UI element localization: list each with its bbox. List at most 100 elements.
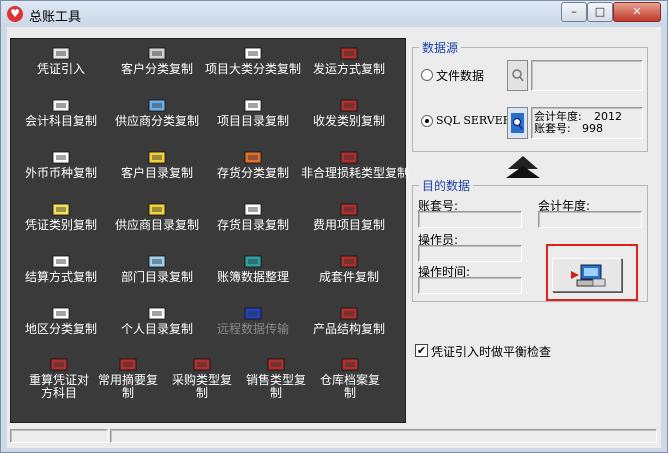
source-account-label: 账套号: <box>534 122 571 135</box>
purchase-type-icon <box>193 358 211 371</box>
tool-supplier-catalog[interactable]: 供应商目录复制 <box>109 201 205 232</box>
tool-icon-panel: 凭证引入 客户分类复制 项目大类分类复制 发运方式复制会计科目复制 供应商分类复制 项目目… <box>10 38 409 423</box>
tool-label: 凭证类别复制 <box>24 218 97 232</box>
sql-connect-button[interactable] <box>507 107 528 139</box>
region-category-icon <box>52 307 70 320</box>
tool-label: 项目大类分类复制 <box>205 62 302 76</box>
balance-check-label: 凭证引入时做平衡检查 <box>431 345 552 359</box>
tool-ledger-data[interactable]: 账簿数据整理 <box>205 253 301 284</box>
close-button[interactable]: ✕ <box>613 2 661 22</box>
supplier-category-icon <box>148 99 166 112</box>
tool-label: 凭证引入 <box>36 62 85 76</box>
sql-info-field: 会计年度: 2012 账套号: 998 <box>531 107 643 139</box>
tool-voucher-import[interactable]: 凭证引入 <box>13 45 109 76</box>
tool-customer-category[interactable]: 客户分类复制 <box>109 45 205 76</box>
tool-label: 成套件复制 <box>318 270 379 284</box>
file-browse-button[interactable] <box>507 60 528 91</box>
file-path-field[interactable] <box>531 60 643 91</box>
source-legend: 数据源 <box>419 39 462 56</box>
expense-item-icon <box>340 203 358 216</box>
tool-label: 远程数据传输 <box>216 322 289 336</box>
minimize-button[interactable]: – <box>561 2 587 22</box>
tool-label: 项目目录复制 <box>216 114 289 128</box>
tool-department-catalog[interactable]: 部门目录复制 <box>109 253 205 284</box>
target-operator-field[interactable] <box>418 245 522 262</box>
customer-category-icon <box>148 47 166 60</box>
tool-inventory-catalog[interactable]: 存货目录复制 <box>205 201 301 232</box>
tool-account-subject[interactable]: 会计科目复制 <box>13 97 109 128</box>
tool-label: 发运方式复制 <box>312 62 385 76</box>
title-bar[interactable]: ♥ 总账工具 – □ ✕ <box>1 1 667 27</box>
recalc-voucher-icon <box>50 358 68 371</box>
tool-label: 收发类别复制 <box>312 114 385 128</box>
tool-kit[interactable]: 成套件复制 <box>301 253 397 284</box>
sql-server-label: SQL SERVER <box>436 114 512 127</box>
target-account-field[interactable] <box>418 211 522 228</box>
tool-label: 存货分类复制 <box>216 166 289 180</box>
tool-label: 费用项目复制 <box>312 218 385 232</box>
tool-label: 存货目录复制 <box>216 218 289 232</box>
tool-region-category[interactable]: 地区分类复制 <box>13 305 109 336</box>
database-search-icon <box>511 113 524 133</box>
down-arrow-icon <box>506 156 540 178</box>
tool-label: 常用摘要复制 <box>98 373 159 400</box>
tool-product-structure[interactable]: 产品结构复制 <box>301 305 397 336</box>
inventory-category-icon <box>244 151 262 164</box>
customer-catalog-icon <box>148 151 166 164</box>
maximize-button[interactable]: □ <box>587 2 613 22</box>
app-logo-icon: ♥ <box>7 6 23 22</box>
tool-project-class[interactable]: 项目大类分类复制 <box>205 45 301 76</box>
tool-personal-catalog[interactable]: 个人目录复制 <box>109 305 205 336</box>
main-window: ♥ 总账工具 – □ ✕ 凭证引入 客户分类复制 项目大类分类复制 发运方式复制会计科… <box>0 0 668 453</box>
loss-type-icon <box>340 151 358 164</box>
settlement-method-icon <box>52 255 70 268</box>
ledger-data-icon <box>244 255 262 268</box>
tool-expense-item[interactable]: 费用项目复制 <box>301 201 397 232</box>
personal-catalog-icon <box>148 307 166 320</box>
tool-loss-type[interactable]: 非合理损耗类型复制 <box>301 149 409 180</box>
remote-transfer-icon <box>244 307 262 320</box>
tool-inventory-category[interactable]: 存货分类复制 <box>205 149 301 180</box>
status-pane-left <box>10 429 108 443</box>
tool-customer-catalog[interactable]: 客户目录复制 <box>109 149 205 180</box>
tool-warehouse-archive[interactable]: 仓库档案复制 <box>302 356 398 400</box>
account-subject-icon <box>52 99 70 112</box>
status-pane-right <box>110 429 657 443</box>
tool-label: 采购类型复制 <box>172 373 233 400</box>
warehouse-archive-icon <box>341 358 359 371</box>
voucher-import-icon <box>52 47 70 60</box>
tool-receive-send[interactable]: 收发类别复制 <box>301 97 397 128</box>
shipping-method-icon <box>340 47 358 60</box>
tool-label: 会计科目复制 <box>24 114 97 128</box>
tool-shipping-method[interactable]: 发运方式复制 <box>301 45 397 76</box>
receive-send-icon <box>340 99 358 112</box>
file-data-radio[interactable] <box>421 69 433 81</box>
tool-project-catalog[interactable]: 项目目录复制 <box>205 97 301 128</box>
window-title: 总账工具 <box>29 10 82 25</box>
search-icon <box>512 69 524 82</box>
tool-voucher-type[interactable]: 凭证类别复制 <box>13 201 109 232</box>
target-legend: 目的数据 <box>419 177 474 194</box>
sql-server-radio[interactable] <box>421 115 433 127</box>
file-data-label: 文件数据 <box>436 69 485 83</box>
inventory-catalog-icon <box>244 203 262 216</box>
tool-label: 个人目录复制 <box>120 322 193 336</box>
kit-icon <box>340 255 358 268</box>
tool-label: 产品结构复制 <box>312 322 385 336</box>
balance-check-checkbox[interactable]: ✔ <box>415 344 428 357</box>
product-structure-icon <box>340 307 358 320</box>
tool-label: 仓库档案复制 <box>320 373 381 400</box>
project-class-icon <box>244 47 262 60</box>
tool-label: 销售类型复制 <box>246 373 307 400</box>
tool-label: 外币币种复制 <box>24 166 97 180</box>
target-time-field[interactable] <box>418 277 522 294</box>
tool-currency[interactable]: 外币币种复制 <box>13 149 109 180</box>
tool-label: 供应商目录复制 <box>114 218 199 232</box>
tool-label: 供应商分类复制 <box>114 114 199 128</box>
highlight-frame <box>546 244 638 301</box>
tool-label: 地区分类复制 <box>24 322 97 336</box>
tool-supplier-category[interactable]: 供应商分类复制 <box>109 97 205 128</box>
target-year-field[interactable] <box>538 211 642 228</box>
tool-settlement-method[interactable]: 结算方式复制 <box>13 253 109 284</box>
currency-icon <box>52 151 70 164</box>
